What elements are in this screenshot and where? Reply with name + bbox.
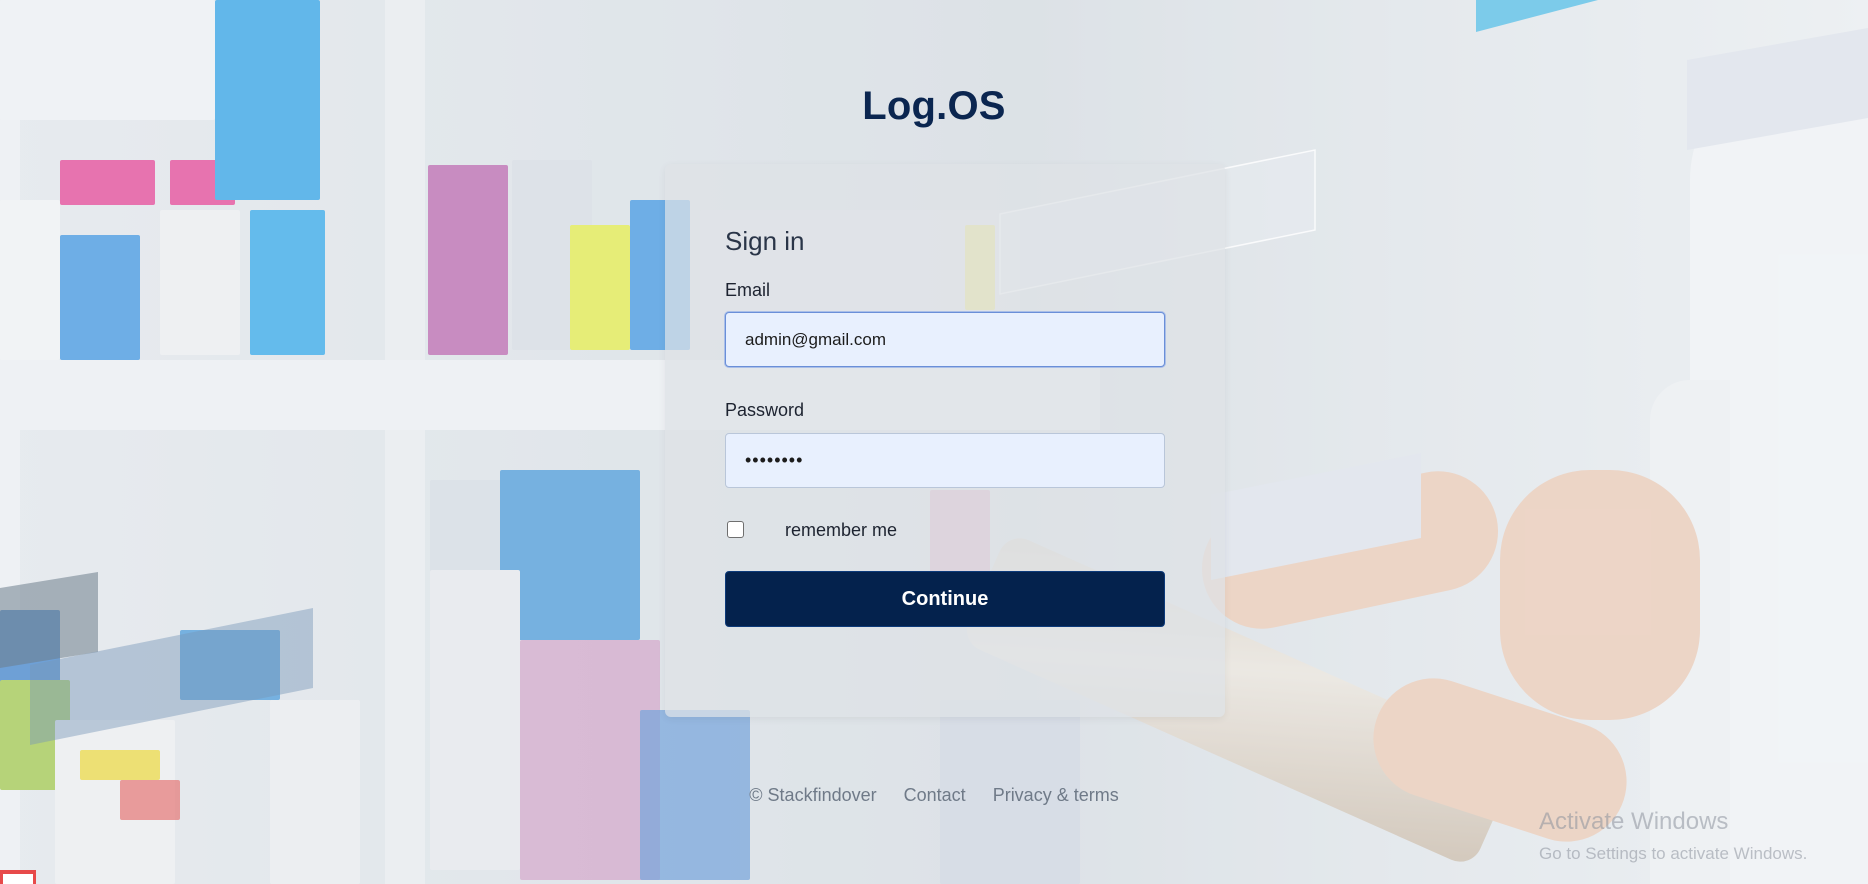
continue-button[interactable]: Continue bbox=[725, 571, 1165, 627]
signin-card: Sign in Email Password •••••••• remember… bbox=[665, 164, 1225, 717]
email-field[interactable] bbox=[725, 312, 1165, 367]
watermark-line2: Go to Settings to activate Windows. bbox=[1539, 844, 1808, 863]
footer-privacy-link[interactable]: Privacy & terms bbox=[993, 785, 1119, 805]
signin-title: Sign in bbox=[725, 226, 805, 256]
footer-contact-link[interactable]: Contact bbox=[904, 785, 966, 805]
footer-copyright[interactable]: © Stackfindover bbox=[749, 785, 876, 805]
footer: © Stackfindover Contact Privacy & terms bbox=[0, 785, 1868, 806]
os-activation-watermark: Activate Windows Go to Settings to activ… bbox=[1539, 808, 1807, 864]
password-field[interactable]: •••••••• bbox=[725, 433, 1165, 488]
remember-me-checkbox[interactable] bbox=[727, 521, 744, 538]
remember-me-label: remember me bbox=[785, 520, 898, 540]
watermark-line1: Activate Windows bbox=[1539, 808, 1729, 835]
brand-logo: Log.OS bbox=[862, 84, 1006, 128]
email-label: Email bbox=[725, 280, 771, 300]
password-label: Password bbox=[725, 400, 805, 420]
